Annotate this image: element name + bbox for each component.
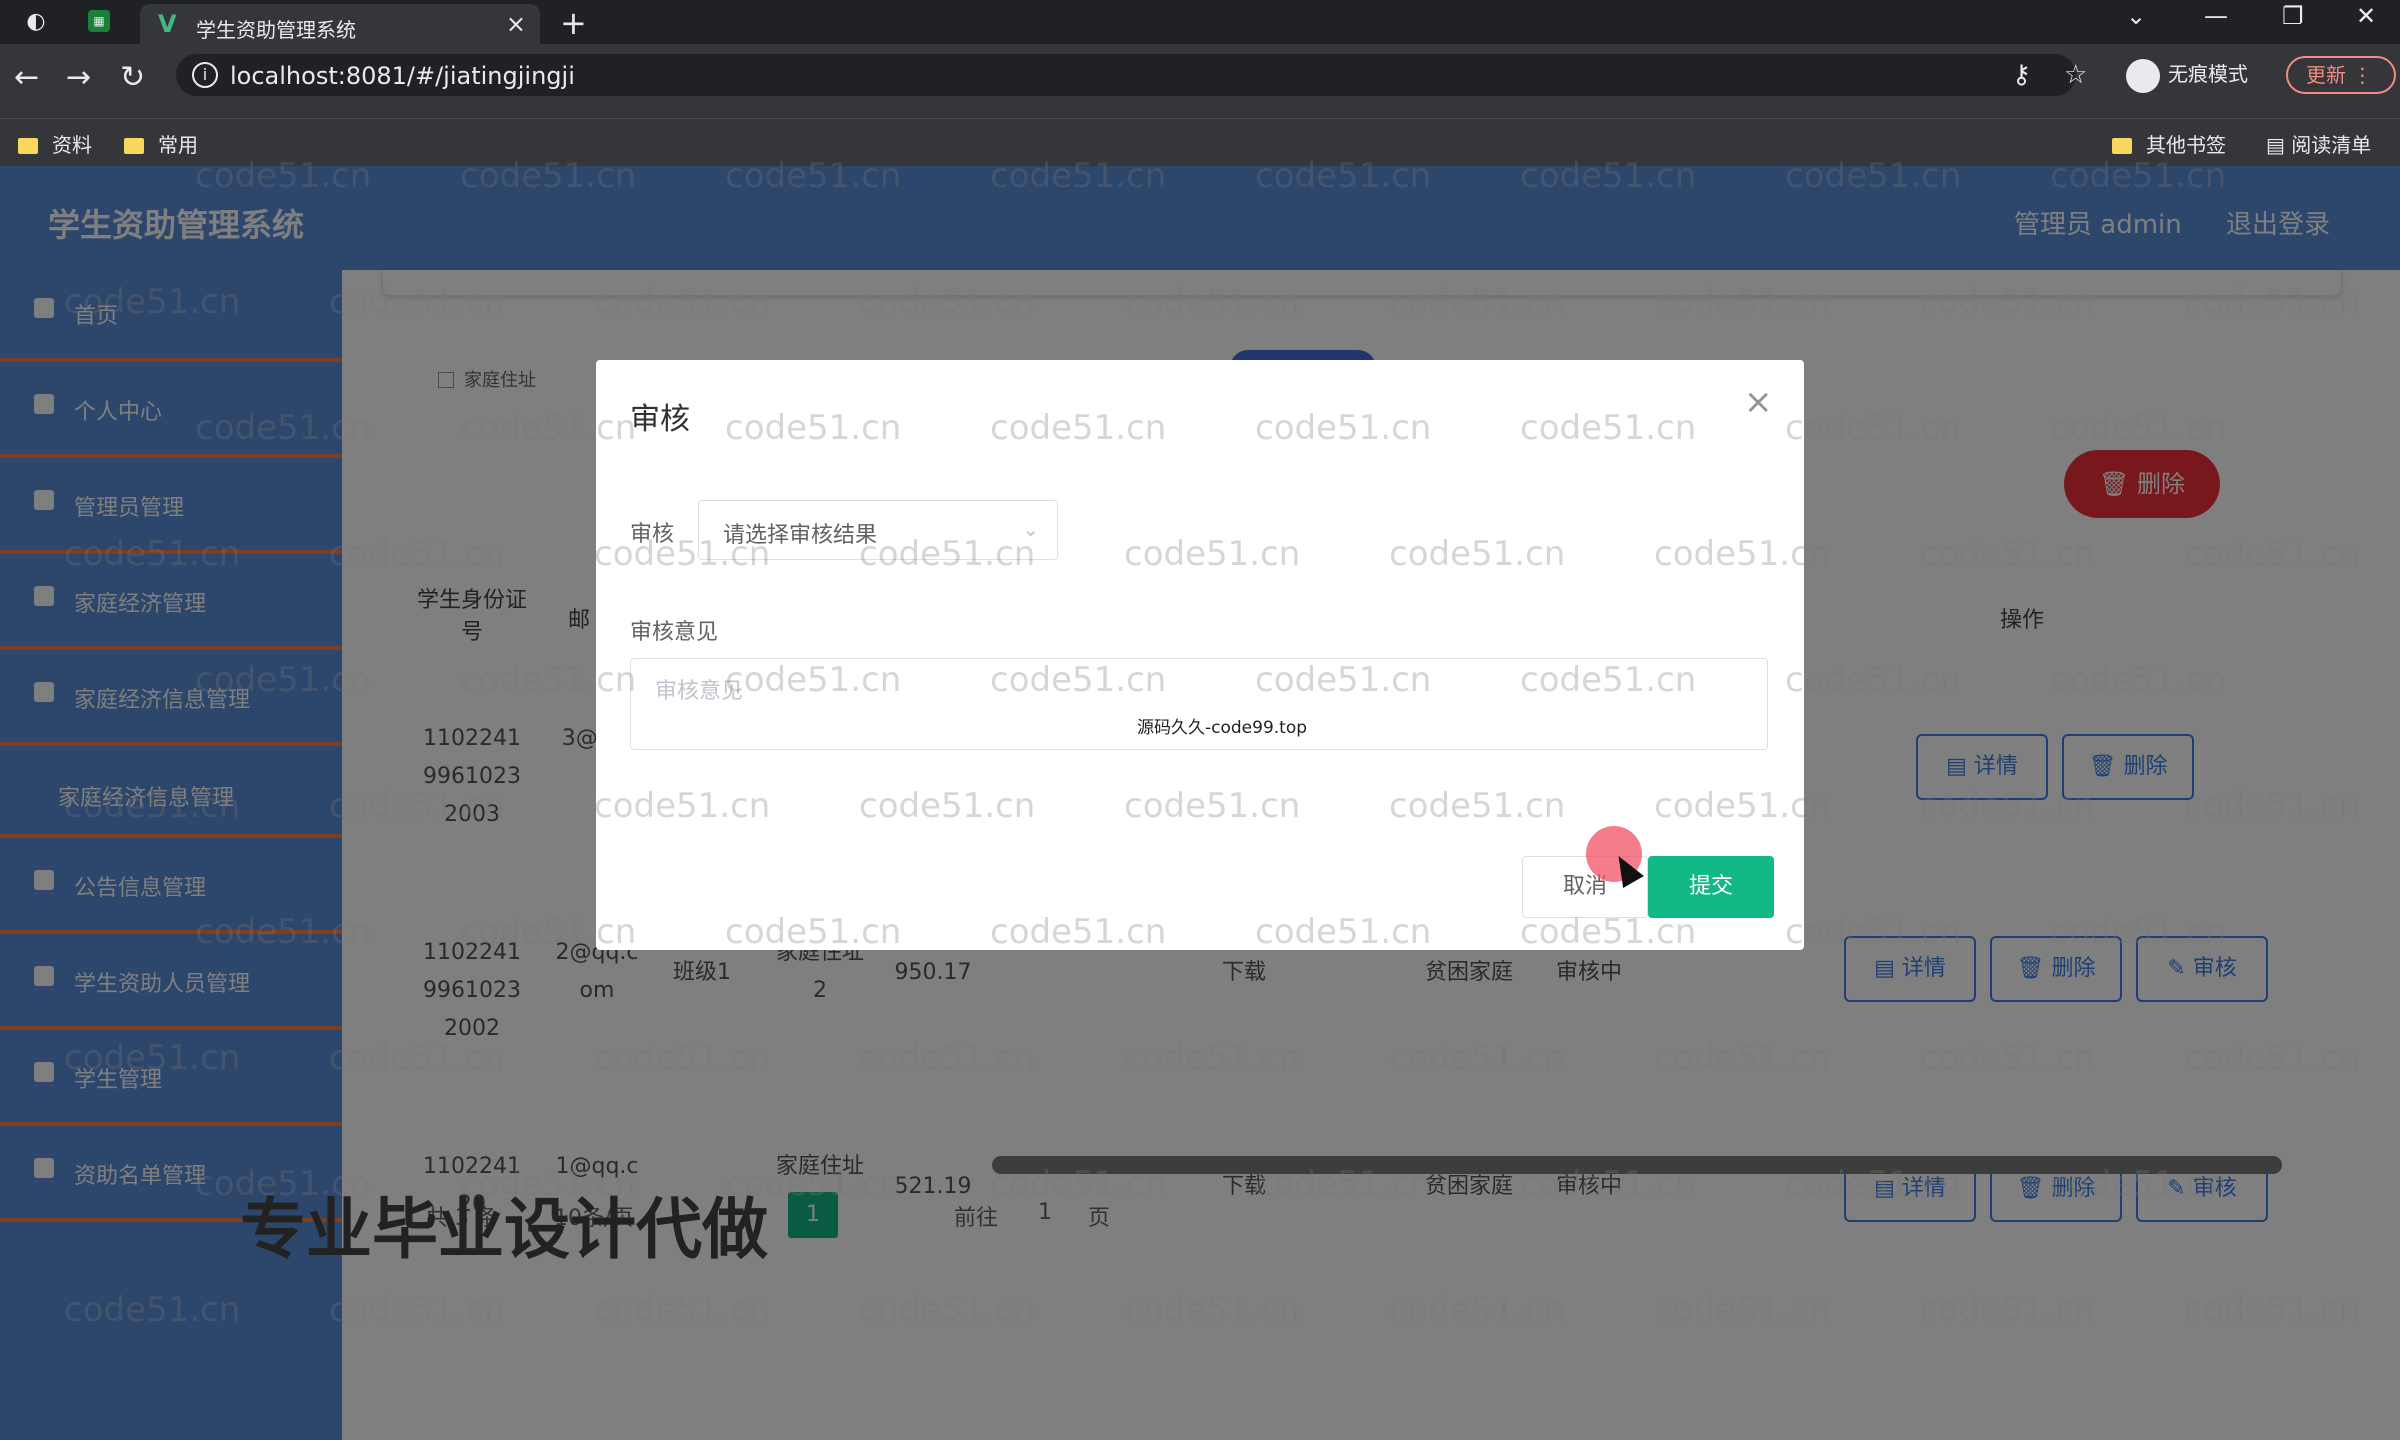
textarea-placeholder: 审核意见 [655,679,744,704]
bookmarks-bar: 资料 常用 其他书签 ▤ 阅读清单 [0,118,2400,166]
browser-logo-icon: ◐ [26,9,46,34]
address-bar[interactable]: i localhost:8081/#/jiatingjingji [176,54,2076,96]
select-placeholder: 请选择审核结果 [723,523,878,548]
review-label: 审核 [630,522,675,547]
close-icon[interactable]: × [1744,382,1773,422]
opinion-label: 审核意见 [630,620,719,645]
review-result-select[interactable]: 请选择审核结果 ⌄ [698,500,1058,560]
review-dialog: 审核 × 审核 请选择审核结果 ⌄ 审核意见 审核意见 源码久久-code99.… [596,360,1804,950]
overlay-note: 源码久久-code99.top [1137,718,1308,738]
restore-icon[interactable]: ❐ [2282,2,2304,30]
back-icon[interactable]: ← [14,60,39,95]
new-tab-icon[interactable]: + [560,4,587,42]
reading-list-icon: ▤ [2266,133,2292,157]
bookmark-label: 其他书签 [2146,133,2226,157]
folder-icon [2112,138,2132,154]
other-bookmarks[interactable]: 其他书签 [2112,129,2226,158]
tab-title: 学生资助管理系统 [196,18,356,42]
key-icon[interactable]: ⚷ [2012,60,2031,90]
incognito-avatar-icon [2126,58,2160,93]
sheet-tab-icon[interactable]: ▦ [88,10,110,32]
tab-search-icon[interactable]: ⌄ [2126,2,2146,30]
submit-button[interactable]: 提交 [1648,856,1774,918]
bookmark-star-icon[interactable]: ☆ [2064,60,2087,90]
reading-list[interactable]: ▤ 阅读清单 [2266,129,2371,158]
incognito-label: 无痕模式 [2168,62,2248,86]
bookmark-folder[interactable]: 常用 [124,129,198,158]
url-text: localhost:8081/#/jiatingjingji [230,62,575,90]
update-button[interactable]: 更新 ⋮ [2286,56,2396,94]
chevron-down-icon: ⌄ [1022,517,1039,541]
promo-overlay-text: 专业毕业设计代做 [240,1191,768,1268]
bookmark-folder[interactable]: 资料 [18,129,92,158]
bookmark-label: 阅读清单 [2291,133,2372,157]
minimize-icon[interactable]: — [2204,2,2228,30]
browser-tab[interactable]: V 学生资助管理系统 × [140,4,540,44]
update-label: 更新 [2306,63,2346,87]
reload-icon[interactable]: ↻ [120,60,145,95]
vue-logo-icon: V [158,10,177,38]
browser-tabbar: ◐ ▦ V 学生资助管理系统 × + ⌄ — ❐ ✕ [0,0,2400,44]
info-icon[interactable]: i [192,62,218,88]
folder-icon [18,138,38,154]
dialog-title: 审核 [630,402,690,437]
opinion-textarea[interactable]: 审核意见 源码久久-code99.top [630,658,1768,750]
bookmark-label: 常用 [158,133,198,157]
folder-icon [124,138,144,154]
browser-toolbar: ← → ↻ i localhost:8081/#/jiatingjingji ⚷… [0,44,2400,118]
bookmark-label: 资料 [52,133,92,157]
forward-icon[interactable]: → [66,60,91,95]
window-close-icon[interactable]: ✕ [2356,2,2376,30]
tab-close-icon[interactable]: × [506,10,526,38]
incognito-indicator[interactable]: 无痕模式 [2126,58,2248,93]
